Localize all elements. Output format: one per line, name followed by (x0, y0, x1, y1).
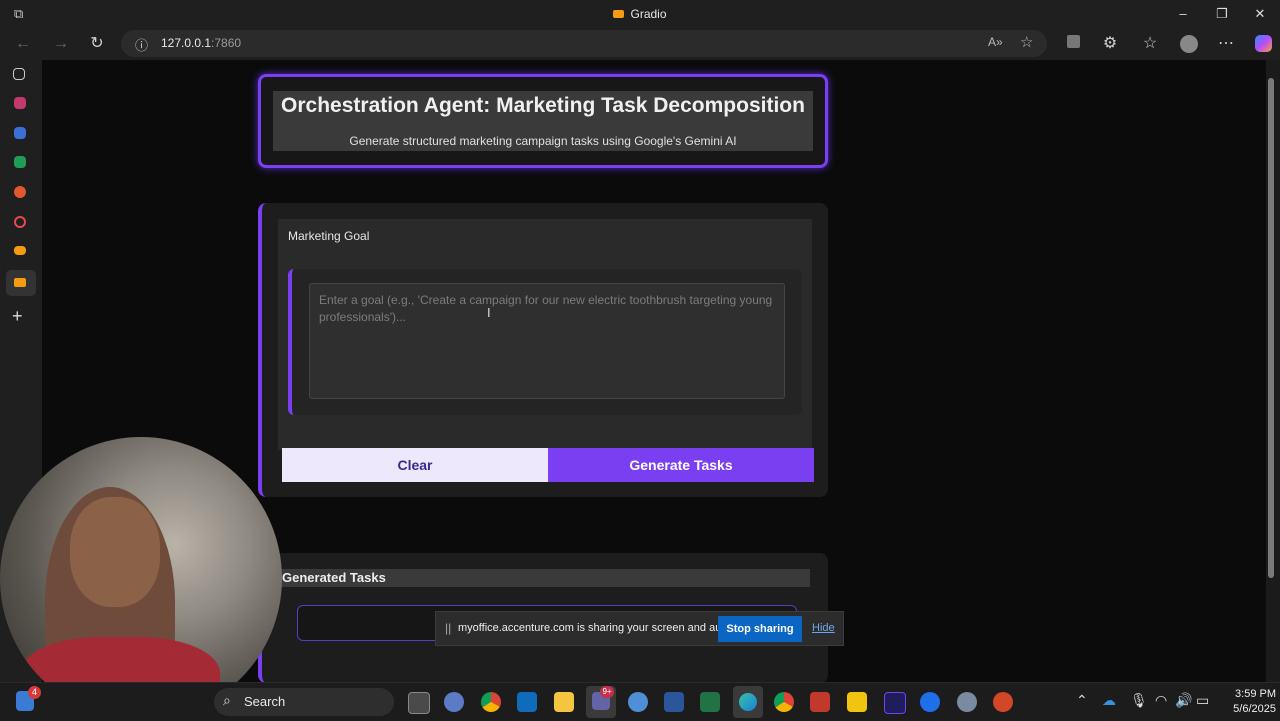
favorite-star-icon[interactable]: ☆ (1020, 33, 1033, 51)
info-icon[interactable]: ⓘ (135, 35, 148, 54)
browser-toolbar: ← → ↻ ⓘ 127.0.0.1:7860 A» ☆ ⚙ ☆ ⋯ (0, 28, 1280, 60)
app-r-icon[interactable] (444, 692, 464, 712)
stop-sharing-button[interactable]: Stop sharing (718, 616, 802, 642)
drag-handle-icon[interactable]: || (445, 621, 451, 635)
wifi-icon[interactable]: ◠ (1155, 692, 1167, 709)
search-icon: ⌕ (223, 692, 231, 708)
goal-label: Marketing Goal (288, 229, 370, 243)
app-icon[interactable] (810, 692, 830, 712)
more-icon[interactable]: ⋯ (1213, 31, 1239, 57)
outlook-icon[interactable] (517, 692, 537, 712)
goal-input-wrapper: Enter a goal (e.g., 'Create a campaign f… (288, 269, 802, 415)
volume-icon[interactable]: 🔊 (1175, 692, 1192, 709)
edge-icon (739, 693, 757, 711)
tab-favicon[interactable] (14, 156, 26, 168)
address-bar[interactable]: ⓘ 127.0.0.1:7860 A» ☆ (121, 30, 1047, 57)
header-inner: Orchestration Agent: Marketing Task Deco… (273, 91, 813, 151)
extension-icon[interactable] (1060, 31, 1086, 57)
extensions-icon[interactable]: ⚙ (1097, 31, 1123, 57)
generate-tasks-button[interactable]: Generate Tasks (548, 448, 814, 482)
goal-card: Marketing Goal Enter a goal (e.g., 'Crea… (258, 203, 828, 497)
tab-favicon[interactable] (14, 246, 26, 255)
goal-panel: Marketing Goal Enter a goal (e.g., 'Crea… (278, 219, 812, 450)
new-tab-icon[interactable]: + (12, 306, 23, 327)
clear-button[interactable]: Clear (282, 448, 548, 482)
window-title: Gradio (0, 7, 1280, 21)
window-title-bar: ⧉ Gradio – ❐ ✕ (0, 0, 1280, 28)
onedrive-icon[interactable]: ☁ (1102, 692, 1116, 709)
app-icon[interactable] (628, 692, 648, 712)
windows-taskbar: 4 ⌕ Search 9+ ⌃ ☁ 🎙 ◠ 🔊 ▭ 3:59 PM 5/6/20… (0, 682, 1280, 721)
tray-overflow-icon[interactable]: ⌃ (1076, 692, 1088, 709)
minimize-button[interactable]: – (1171, 4, 1195, 24)
system-clock[interactable]: 3:59 PM 5/6/2025 (1216, 687, 1276, 717)
chrome-icon[interactable] (481, 692, 501, 712)
task-view-icon[interactable] (408, 692, 430, 714)
generated-tasks-heading: Generated Tasks (280, 569, 810, 587)
favorites-icon[interactable]: ☆ (1137, 31, 1163, 57)
hide-share-bar-link[interactable]: Hide (812, 622, 835, 634)
page-subtitle: Generate structured marketing campaign t… (349, 134, 737, 148)
page-title: Orchestration Agent: Marketing Task Deco… (281, 94, 805, 117)
edge-button[interactable] (733, 686, 763, 718)
url-text[interactable]: 127.0.0.1:7860 (161, 36, 241, 50)
tab-favicon[interactable] (14, 127, 26, 139)
header-card: Orchestration Agent: Marketing Task Deco… (258, 74, 828, 168)
text-cursor-icon: I (487, 305, 491, 320)
settings-icon[interactable] (957, 692, 977, 712)
person-face (70, 497, 160, 607)
tab-actions-icon[interactable] (13, 68, 25, 80)
tab-favicon[interactable] (14, 186, 26, 198)
app-icon[interactable] (920, 692, 940, 712)
teams-button[interactable]: 9+ (586, 686, 616, 718)
back-icon[interactable]: ← (10, 31, 36, 57)
forward-icon[interactable]: → (48, 31, 74, 57)
powerpoint-icon[interactable] (993, 692, 1013, 712)
read-aloud-icon[interactable]: A» (988, 35, 1003, 49)
webcam-overlay (0, 437, 282, 720)
sticky-notes-icon[interactable] (847, 692, 867, 712)
copilot-icon[interactable] (1250, 31, 1276, 57)
file-explorer-icon[interactable] (554, 692, 574, 712)
clock-time: 3:59 PM (1235, 688, 1276, 700)
microphone-icon[interactable]: 🎙 (1130, 692, 1148, 709)
ide-icon[interactable] (884, 692, 906, 714)
clock-date: 5/6/2025 (1233, 703, 1276, 715)
excel-icon[interactable] (700, 692, 720, 712)
scrollbar-thumb[interactable] (1268, 78, 1274, 578)
battery-icon[interactable]: ▭ (1196, 692, 1209, 709)
active-tab[interactable] (6, 270, 36, 296)
chrome-icon[interactable] (774, 692, 794, 712)
refresh-icon[interactable]: ↻ (84, 31, 110, 57)
restore-button[interactable]: ❐ (1210, 4, 1234, 24)
close-button[interactable]: ✕ (1248, 4, 1272, 24)
teams-badge: 9+ (600, 686, 614, 698)
taskbar-search[interactable]: ⌕ Search (214, 688, 394, 716)
tab-favicon[interactable] (14, 216, 26, 228)
tab-favicon[interactable] (14, 97, 26, 109)
profile-icon[interactable] (1176, 31, 1202, 57)
screen-share-bar: || myoffice.accenture.com is sharing you… (435, 611, 844, 646)
share-message: myoffice.accenture.com is sharing your s… (458, 622, 740, 634)
goal-textarea[interactable]: Enter a goal (e.g., 'Create a campaign f… (309, 283, 785, 399)
search-label: Search (244, 694, 286, 709)
gradio-logo-icon (613, 10, 625, 18)
notification-badge: 4 (28, 686, 41, 699)
word-icon[interactable] (664, 692, 684, 712)
